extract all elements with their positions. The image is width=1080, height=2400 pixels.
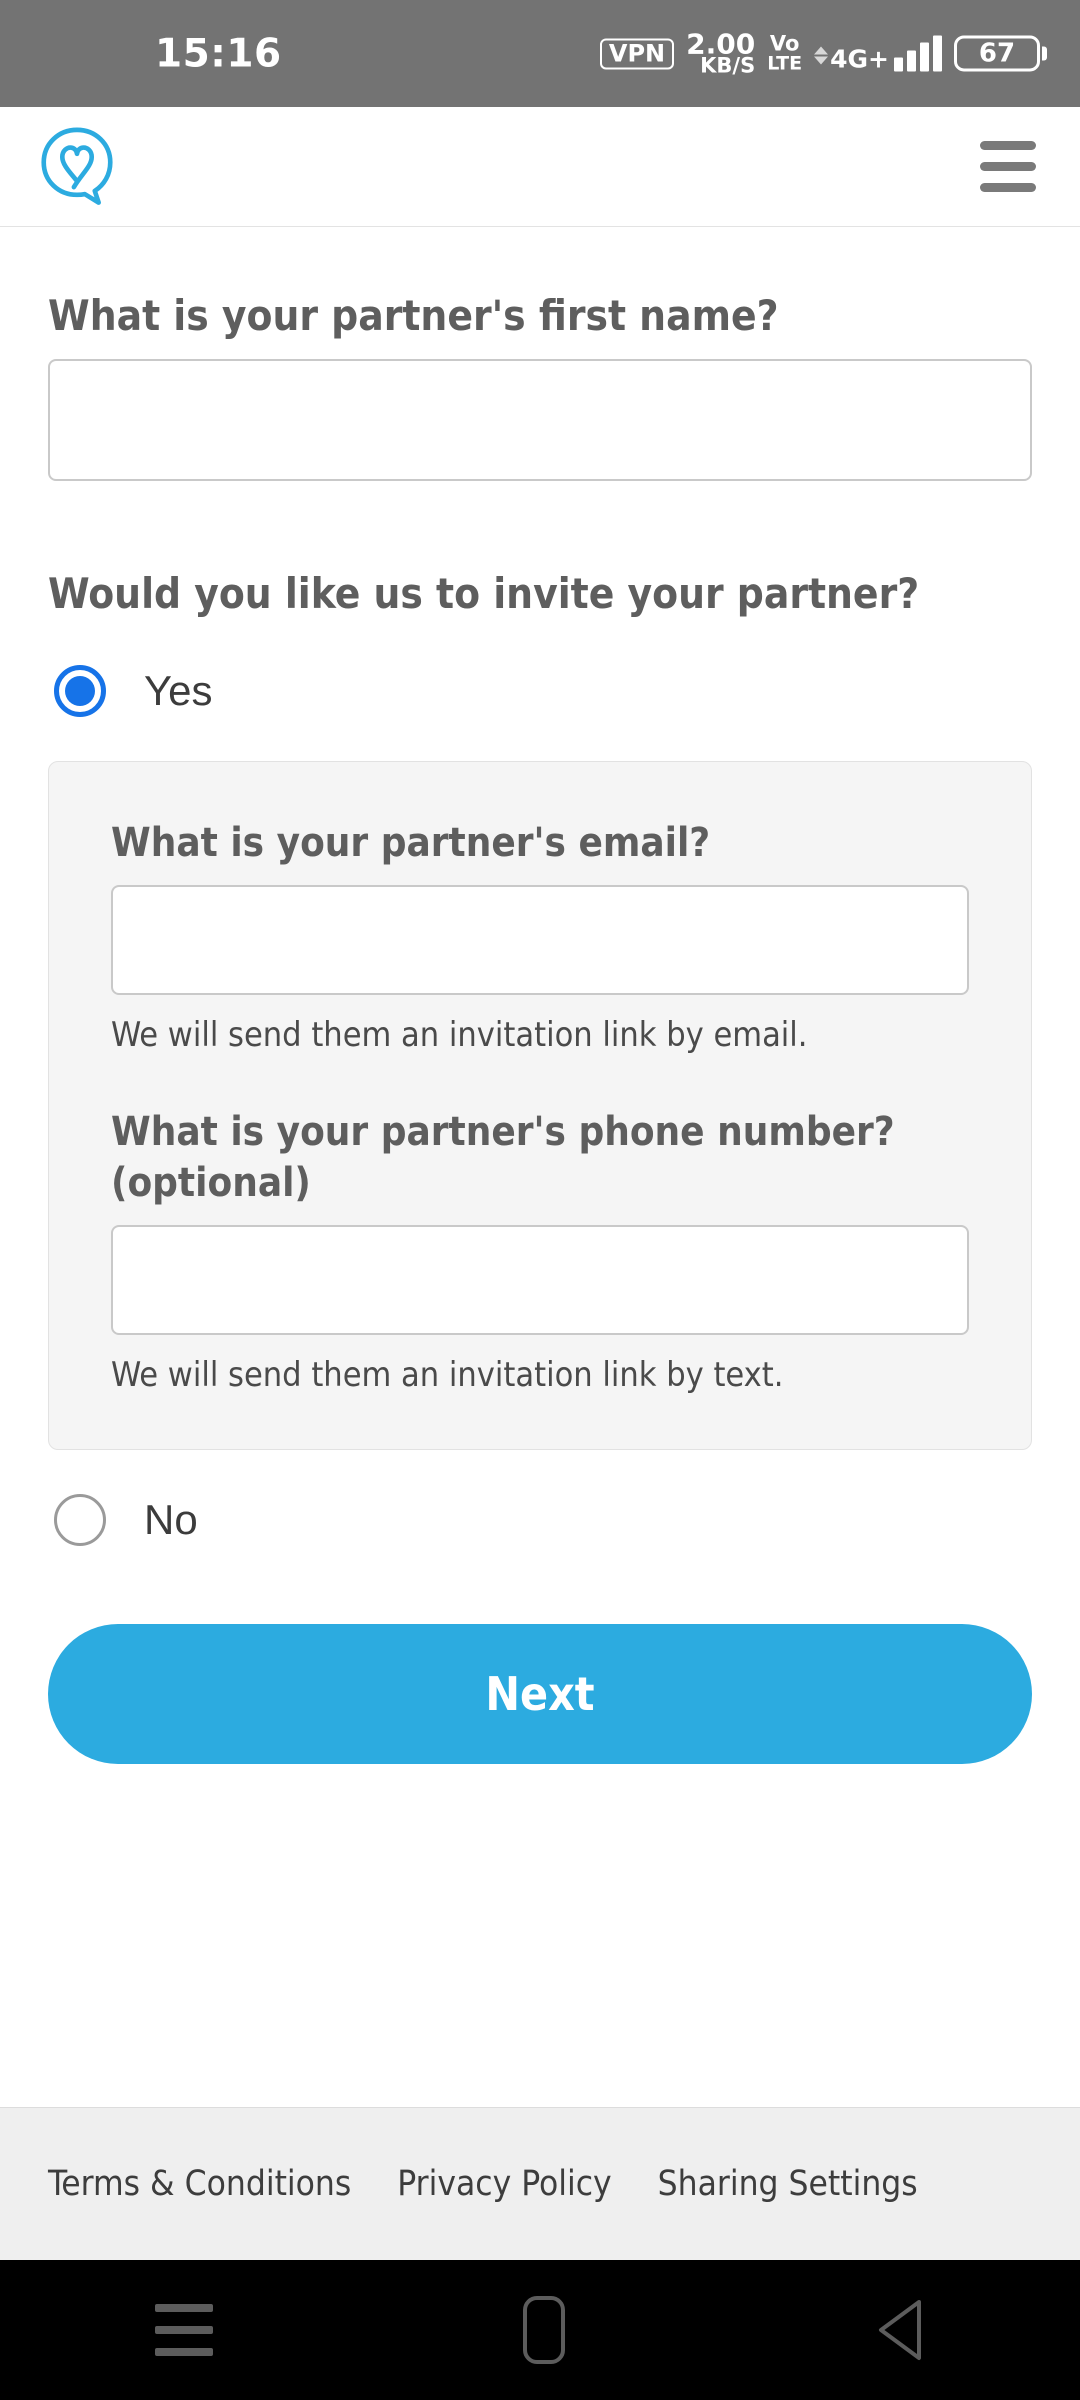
partner-first-name-input[interactable] — [48, 358, 1032, 481]
volte-icon: Vo LTE — [767, 31, 803, 75]
form-content: What is your partner's first name? Would… — [0, 227, 1080, 2107]
phone-question-label: What is your partner's phone number? (op… — [111, 1108, 895, 1207]
vpn-icon: VPN — [599, 38, 675, 69]
status-bar-indicators: VPN 2.00 KB/S Vo LTE 4G+ 67 — [599, 26, 1047, 78]
heart-speech-bubble-logo[interactable] — [38, 126, 116, 208]
phone-helper-text: We will send them an invitation link by … — [111, 1355, 784, 1396]
email-helper-text: We will send them an invitation link by … — [111, 1014, 808, 1055]
home-button-icon[interactable] — [523, 2296, 565, 2364]
status-bar-clock: 15:16 — [155, 31, 282, 76]
terms-and-conditions-link[interactable]: Terms & Conditions — [48, 2164, 351, 2204]
battery-level-label: 67 — [954, 35, 1040, 72]
sharing-settings-link[interactable]: Sharing Settings — [658, 2164, 918, 2204]
battery-cap — [1042, 46, 1047, 61]
invite-question-label: Would you like us to invite your partner… — [48, 568, 920, 618]
phone-screen: 15:16 VPN 2.00 KB/S Vo LTE 4G+ 67 What i… — [0, 0, 1080, 2400]
signal-bars-icon — [894, 35, 942, 72]
network-type-group: 4G+ — [814, 44, 889, 74]
volte-line-two: LTE — [767, 52, 803, 75]
network-type-label: 4G+ — [830, 44, 889, 74]
privacy-policy-link[interactable]: Privacy Policy — [397, 2164, 611, 2204]
next-button[interactable]: Next — [48, 1624, 1032, 1765]
footer-links: Terms & Conditions Privacy Policy Sharin… — [0, 2107, 1080, 2260]
radio-yes-label: Yes — [144, 666, 213, 714]
radio-yes-indicator[interactable] — [54, 664, 106, 717]
network-speed-indicator: 2.00 KB/S — [686, 26, 756, 78]
partner-contact-panel: What is your partner's email? We will se… — [48, 760, 1032, 1451]
hamburger-menu-icon[interactable] — [976, 135, 1040, 198]
volte-line-one: Vo — [769, 31, 800, 56]
first-name-field-group: What is your partner's first name? — [48, 289, 1032, 481]
invite-question-group: Would you like us to invite your partner… — [48, 567, 1032, 621]
radio-no-label: No — [144, 1496, 198, 1544]
data-transfer-arrows-icon — [814, 46, 829, 65]
back-button-icon[interactable] — [875, 2297, 925, 2363]
status-bar: 15:16 VPN 2.00 KB/S Vo LTE 4G+ 67 — [0, 0, 1080, 107]
radio-option-no[interactable]: No — [48, 1494, 1032, 1547]
app-header — [0, 107, 1080, 227]
network-speed-value: 2.00 — [686, 26, 756, 60]
partner-email-input[interactable] — [111, 884, 969, 995]
android-navigation-bar — [0, 2260, 1080, 2400]
signal-strength-icon: 4G+ — [814, 35, 942, 74]
partner-phone-field-group: What is your partner's phone number? (op… — [111, 1107, 969, 1398]
partner-phone-input[interactable] — [111, 1225, 969, 1336]
recents-button-icon[interactable] — [155, 2304, 213, 2356]
arrow-up-icon — [814, 46, 829, 55]
battery-icon: 67 — [954, 35, 1047, 72]
radio-option-yes[interactable]: Yes — [48, 664, 1032, 717]
email-question-label: What is your partner's email? — [111, 819, 711, 866]
first-name-question-label: What is your partner's first name? — [48, 291, 779, 340]
radio-no-indicator[interactable] — [54, 1494, 106, 1547]
network-speed-unit: KB/S — [700, 53, 756, 78]
partner-email-field-group: What is your partner's email? We will se… — [111, 818, 969, 1057]
arrow-down-icon — [814, 56, 829, 65]
